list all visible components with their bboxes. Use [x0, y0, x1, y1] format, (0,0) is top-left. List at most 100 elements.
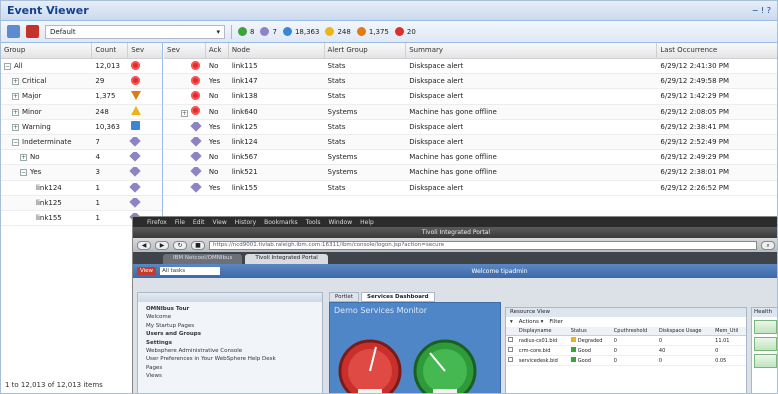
resource-column-header[interactable]: Status: [568, 327, 612, 336]
table-row[interactable]: + Warning 10,363: [1, 120, 162, 135]
summary-item[interactable]: 18,363: [282, 27, 319, 36]
summary-item[interactable]: 1,375: [356, 27, 389, 36]
column-header-count[interactable]: Count: [92, 43, 129, 58]
resource-cell: 0.05: [713, 355, 746, 366]
portal-nav-panel: OMNIbus Tour Welcome My Startup Pages Users…: [137, 292, 323, 393]
column-header-group[interactable]: Group: [1, 43, 93, 58]
table-row[interactable]: Yes link124 Stats Diskspace alert 6/29/12 2:…: [164, 134, 777, 151]
table-row[interactable]: + Minor 248: [1, 104, 162, 120]
expander-icon[interactable]: −: [20, 169, 27, 177]
window-controls[interactable]: − ! ?: [752, 6, 771, 15]
table-row[interactable]: link124 1: [1, 181, 162, 196]
summary-item[interactable]: 248: [325, 27, 351, 36]
table-row[interactable]: + Critical 29: [1, 74, 162, 90]
portal-nav-item[interactable]: Views: [146, 373, 314, 381]
task-selector[interactable]: All tasks: [160, 267, 221, 275]
portal-nav-item[interactable]: Welcome: [146, 314, 314, 322]
checkbox[interactable]: [508, 337, 513, 342]
resource-column-header[interactable]: Cputhreshold: [611, 327, 657, 336]
table-row[interactable]: Yes link147 Stats Diskspace alert 6/29/12 2:…: [164, 74, 777, 90]
portal-nav-item[interactable]: OMNIbus Tour: [146, 306, 314, 314]
browser-menu-item[interactable]: Tools: [306, 219, 321, 226]
last-cell: 6/29/12 2:38:01 PM: [660, 168, 730, 177]
stop-icon[interactable]: ■: [191, 240, 205, 250]
resource-column-header[interactable]: Displayname: [516, 327, 569, 336]
browser-menu-item[interactable]: File: [175, 219, 185, 226]
filter-field[interactable]: Filter: [549, 319, 563, 325]
resource-column-header[interactable]: Mem_Util: [713, 327, 746, 336]
summary-item[interactable]: 8: [238, 27, 254, 36]
resource-column-header[interactable]: [506, 327, 517, 336]
browser-menu-item[interactable]: History: [235, 219, 256, 226]
resource-column-header[interactable]: Diskspace Usage: [656, 327, 714, 336]
major-icon: [131, 90, 142, 100]
portal-nav-item[interactable]: Settings: [146, 340, 314, 348]
resource-row[interactable]: crm-core.bid Good 0 40 0: [506, 345, 746, 356]
tab-portlet[interactable]: Portlet: [329, 292, 359, 302]
forward-icon[interactable]: ▶: [155, 240, 169, 250]
expander-icon[interactable]: +: [12, 108, 19, 116]
expander-icon[interactable]: +: [20, 154, 27, 162]
column-header-node[interactable]: Node: [229, 43, 325, 58]
column-header-summary[interactable]: Summary: [406, 43, 658, 58]
table-row[interactable]: − All 12,013: [1, 59, 162, 75]
resource-row[interactable]: servicedesk.bid Good 0 0 0.05: [506, 355, 746, 366]
expander-icon[interactable]: +: [12, 123, 19, 131]
checkbox[interactable]: [508, 347, 513, 352]
column-header-sev[interactable]: Sev: [164, 43, 206, 58]
tool-menu[interactable]: ▾: [510, 319, 513, 325]
resource-cell: 0: [611, 345, 657, 356]
table-row[interactable]: No link521 Systems Machine has gone offline…: [164, 165, 777, 181]
browser-menu-item[interactable]: Bookmarks: [264, 219, 298, 226]
browser-menu-item[interactable]: Window: [328, 219, 352, 226]
status-icon: [570, 347, 576, 352]
browser-tab[interactable]: IBM Netcool/OMNIbus: [163, 254, 243, 264]
expander-icon[interactable]: +: [180, 110, 188, 118]
browser-menu-item[interactable]: View: [213, 219, 227, 226]
portal-nav-item[interactable]: Pages: [146, 365, 314, 373]
summary-item[interactable]: 20: [394, 27, 416, 36]
checkbox[interactable]: [508, 357, 513, 362]
table-row[interactable]: + No link640 Systems Machine has gone offlin…: [164, 104, 777, 120]
table-row[interactable]: No link115 Stats Diskspace alert 6/29/12 2:4…: [164, 59, 777, 75]
summary-item[interactable]: 7: [260, 27, 277, 36]
table-row[interactable]: Yes link155 Stats Diskspace alert 6/29/12 2:…: [164, 181, 777, 196]
table-row[interactable]: Yes link125 Stats Diskspace alert 6/29/12 2:…: [164, 120, 777, 135]
group-label: link125: [36, 198, 62, 207]
pause-icon[interactable]: [26, 25, 39, 38]
tab-services-dashboard[interactable]: Services Dashboard: [360, 292, 435, 302]
column-header-sev[interactable]: Sev: [128, 43, 162, 58]
table-row[interactable]: + No 4: [1, 150, 162, 166]
portal-nav-item[interactable]: User Preferences in Your WebSphere Help …: [146, 356, 314, 364]
back-icon[interactable]: ◀: [137, 240, 151, 250]
browser-tab-active[interactable]: Tivoli Integrated Portal: [245, 254, 328, 264]
url-field[interactable]: https://ncd9001.tivlab.raleigh.ibm.com:1…: [209, 240, 757, 250]
view-menu-button[interactable]: View: [137, 267, 157, 275]
table-row[interactable]: + Major 1,375: [1, 89, 162, 105]
search-icon[interactable]: ⌕: [761, 240, 775, 250]
table-row[interactable]: No link567 Systems Machine has gone offline…: [164, 150, 777, 166]
expander-icon[interactable]: −: [12, 139, 19, 147]
expander-icon[interactable]: −: [4, 63, 11, 71]
table-row[interactable]: − Indeterminate 7: [1, 134, 162, 151]
expander-icon[interactable]: +: [12, 93, 19, 101]
browser-menu-item[interactable]: Edit: [193, 219, 205, 226]
view-select[interactable]: Default ▾: [45, 24, 225, 39]
table-row[interactable]: No link138 Stats Diskspace alert 6/29/12 1:4…: [164, 89, 777, 105]
column-header-ack[interactable]: Ack: [206, 43, 229, 58]
portal-nav-item[interactable]: My Startup Pages: [146, 323, 314, 331]
refresh-icon[interactable]: [7, 25, 20, 38]
expander-icon[interactable]: +: [12, 78, 19, 86]
table-row[interactable]: − Yes 3: [1, 165, 162, 181]
reload-icon[interactable]: ↻: [173, 240, 187, 250]
table-row[interactable]: link125 1: [1, 195, 162, 211]
browser-menu-item[interactable]: Help: [360, 219, 374, 226]
column-header-last-occurrence[interactable]: Last Occurrence: [657, 43, 777, 58]
column-header-alert-group[interactable]: Alert Group: [325, 43, 407, 58]
browser-menu-item[interactable]: Firefox: [147, 219, 167, 226]
actions-menu[interactable]: Actions ▾: [519, 319, 544, 325]
browser-screenshot-overlay: Firefox File Edit View History Bookmarks Tools…: [132, 216, 777, 393]
resource-row[interactable]: radius-cs01.bid Degraded 0 0 11.01: [506, 335, 746, 346]
portal-nav-item[interactable]: Websphere Administrative Console: [146, 348, 314, 356]
portal-nav-item[interactable]: Users and Groups: [146, 331, 314, 339]
